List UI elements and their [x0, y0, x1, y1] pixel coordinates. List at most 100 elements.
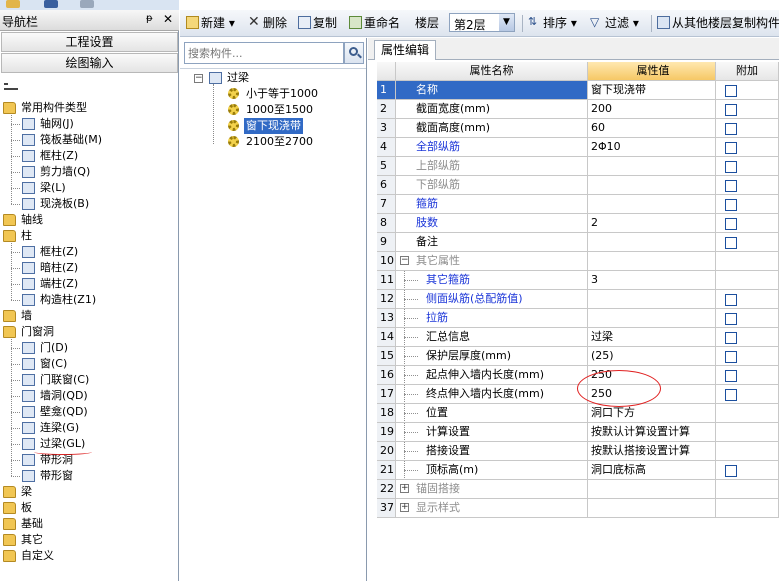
delete-button[interactable]: ✕ 删除	[248, 15, 292, 31]
add-checkbox[interactable]	[725, 465, 737, 477]
property-row[interactable]: 11 其它箍筋 3	[377, 271, 779, 290]
add-checkbox[interactable]	[725, 237, 737, 249]
property-row[interactable]: 21 顶标高(m) 洞口底标高	[377, 461, 779, 480]
property-value[interactable]	[588, 157, 716, 175]
add-checkbox[interactable]	[725, 218, 737, 230]
nav-component-item[interactable]: 梁(L)	[0, 180, 178, 196]
add-checkbox[interactable]	[725, 332, 737, 344]
nav-component-item[interactable]: 端柱(Z)	[0, 276, 178, 292]
collapse-root-icon[interactable]: −	[194, 74, 203, 83]
nav-component-item[interactable]: 筏板基础(M)	[0, 132, 178, 148]
property-row[interactable]: 22 + 锚固搭接	[377, 480, 779, 499]
nav-component-item[interactable]: 框柱(Z)	[0, 148, 178, 164]
floor-select[interactable]: 第2层 ▼	[449, 13, 515, 32]
property-value[interactable]: 2	[588, 214, 716, 232]
nav-component-item[interactable]: 现浇板(B)	[0, 196, 178, 212]
undo-icon[interactable]	[80, 0, 94, 8]
property-value[interactable]	[588, 290, 716, 308]
add-checkbox[interactable]	[725, 180, 737, 192]
nav-component-item[interactable]: 门联窗(C)	[0, 372, 178, 388]
property-row[interactable]: 13 拉筋	[377, 309, 779, 328]
property-row[interactable]: 7 箍筋	[377, 195, 779, 214]
component-root[interactable]: 过梁	[227, 70, 249, 86]
property-value[interactable]: 按默认计算设置计算	[588, 423, 716, 441]
add-checkbox[interactable]	[725, 389, 737, 401]
property-value[interactable]: 按默认搭接设置计算	[588, 442, 716, 460]
tab-property-edit[interactable]: 属性编辑	[374, 40, 436, 60]
component-item[interactable]: 小于等于1000	[246, 86, 318, 102]
close-icon[interactable]: ✕	[163, 12, 173, 26]
property-row[interactable]: 15 保护层厚度(mm) (25)	[377, 347, 779, 366]
property-value[interactable]: 洞口底标高	[588, 461, 716, 479]
property-value[interactable]: (25)	[588, 347, 716, 365]
property-value[interactable]: 窗下现浇带	[588, 81, 716, 99]
drawing-input-button[interactable]: 绘图输入	[1, 53, 178, 73]
property-row[interactable]: 19 计算设置 按默认计算设置计算	[377, 423, 779, 442]
property-row[interactable]: 5 上部纵筋	[377, 157, 779, 176]
property-row[interactable]: 1 名称 窗下现浇带	[377, 81, 779, 100]
nav-component-item[interactable]: 剪力墙(Q)	[0, 164, 178, 180]
expand-icon[interactable]: +	[400, 503, 409, 512]
property-row[interactable]: 3 截面高度(mm) 60	[377, 119, 779, 138]
pin-icon[interactable]: ᵽ	[146, 13, 153, 24]
property-value[interactable]	[588, 309, 716, 327]
copy-from-other-floor-button[interactable]: 从其他楼层复制构件	[657, 15, 779, 31]
property-row[interactable]: 2 截面宽度(mm) 200	[377, 100, 779, 119]
nav-component-item[interactable]: 框柱(Z)	[0, 244, 178, 260]
save-icon[interactable]	[44, 0, 58, 8]
nav-component-item[interactable]: 窗(C)	[0, 356, 178, 372]
nav-component-item[interactable]: 带形窗	[0, 468, 178, 484]
add-checkbox[interactable]	[725, 294, 737, 306]
nav-component-item[interactable]: 构造柱(Z1)	[0, 292, 178, 308]
property-value[interactable]	[588, 233, 716, 251]
add-checkbox[interactable]	[725, 123, 737, 135]
nav-component-item[interactable]: 壁龛(QD)	[0, 404, 178, 420]
nav-component-item[interactable]: 带形洞	[0, 452, 178, 468]
nav-component-item[interactable]: 门(D)	[0, 340, 178, 356]
nav-category[interactable]: 轴线	[0, 212, 178, 228]
component-item[interactable]: 1000至1500	[246, 102, 313, 118]
nav-component-item[interactable]: 暗柱(Z)	[0, 260, 178, 276]
rename-button[interactable]: 重命名	[349, 15, 407, 31]
open-icon[interactable]	[6, 0, 20, 8]
nav-category[interactable]: 柱	[0, 228, 178, 244]
new-button[interactable]: 新建 ▾	[186, 15, 244, 31]
nav-component-item[interactable]: 墙洞(QD)	[0, 388, 178, 404]
chevron-down-icon[interactable]: ▼	[499, 14, 514, 31]
component-item[interactable]: 2100至2700	[246, 134, 313, 150]
property-row[interactable]: 14 汇总信息 过梁	[377, 328, 779, 347]
property-row[interactable]: 9 备注	[377, 233, 779, 252]
nav-category[interactable]: 板	[0, 500, 178, 516]
nav-category[interactable]: 梁	[0, 484, 178, 500]
property-value[interactable]: 2Φ10	[588, 138, 716, 156]
property-row[interactable]: 6 下部纵筋	[377, 176, 779, 195]
property-row[interactable]: 12 侧面纵筋(总配筋值)	[377, 290, 779, 309]
nav-category[interactable]: 基础	[0, 516, 178, 532]
expand-icon[interactable]: +	[400, 484, 409, 493]
add-checkbox[interactable]	[725, 161, 737, 173]
property-value[interactable]: 60	[588, 119, 716, 137]
component-search-input[interactable]	[185, 43, 343, 63]
collapse-icon[interactable]: −	[400, 256, 409, 265]
property-row[interactable]: 20 搭接设置 按默认搭接设置计算	[377, 442, 779, 461]
copy-button[interactable]: 复制	[298, 15, 344, 31]
sort-button[interactable]: ⇅ 排序 ▾	[528, 15, 586, 31]
nav-category[interactable]: 其它	[0, 532, 178, 548]
property-row[interactable]: 37 + 显示样式	[377, 499, 779, 518]
property-value[interactable]: 洞口下方	[588, 404, 716, 422]
project-settings-button[interactable]: 工程设置	[1, 32, 178, 52]
property-value[interactable]	[588, 176, 716, 194]
nav-component-item[interactable]: 轴网(J)	[0, 116, 178, 132]
add-checkbox[interactable]	[725, 142, 737, 154]
add-checkbox[interactable]	[725, 313, 737, 325]
property-row[interactable]: 18 位置 洞口下方	[377, 404, 779, 423]
nav-category[interactable]: 自定义	[0, 548, 178, 564]
add-checkbox[interactable]	[725, 370, 737, 382]
collapse-all-icon[interactable]	[4, 82, 20, 92]
add-checkbox[interactable]	[725, 199, 737, 211]
component-item-selected[interactable]: 窗下现浇带	[244, 118, 303, 134]
nav-category[interactable]: 常用构件类型	[0, 100, 178, 116]
search-button[interactable]	[344, 42, 364, 64]
property-row[interactable]: 8 肢数 2	[377, 214, 779, 233]
property-value[interactable]: 过梁	[588, 328, 716, 346]
